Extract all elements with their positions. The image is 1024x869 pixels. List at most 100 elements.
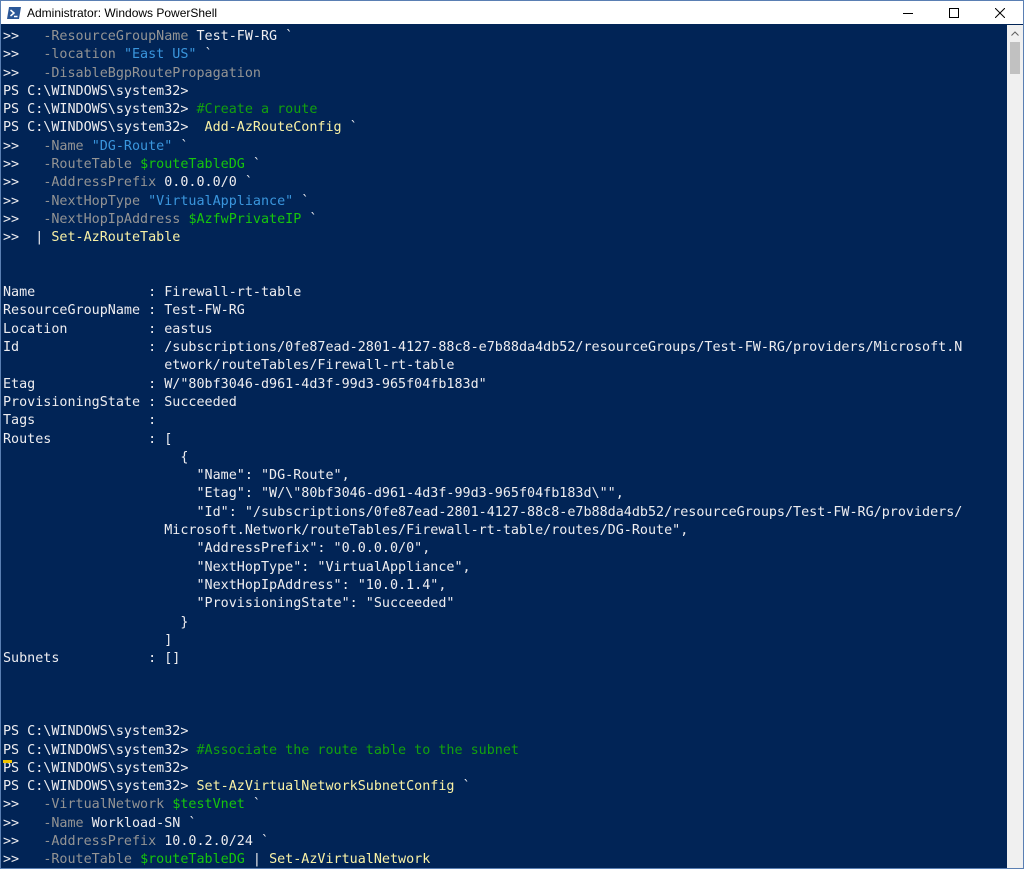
console-text-segment: { <box>3 449 189 465</box>
console-text-segment: Set-AzVirtualNetworkSubnetConfig <box>196 779 455 795</box>
console-text-segment: "Etag": "W/\"80bf3046-d961-4d3f-99d3-965… <box>3 486 624 502</box>
console-text-segment: ` <box>172 138 189 154</box>
console-text-segment: 10.0.2.0/24 ` <box>156 834 270 850</box>
console-text-segment: PS C:\WINDOWS\system32> <box>3 760 189 776</box>
console-text-segment: #Associate the route table to the subnet <box>196 742 519 758</box>
console-line: "Id": "/subscriptions/0fe87ead-2801-4127… <box>3 504 1007 522</box>
console-text-segment: Test-FW-RG ` <box>188 29 294 44</box>
console-text-segment: ] <box>3 632 173 648</box>
powershell-icon <box>6 5 22 21</box>
window-controls <box>885 1 1023 24</box>
console-text-segment: -NextHopType <box>43 193 141 209</box>
console-text-segment: 0.0.0.0/0 ` <box>156 175 253 191</box>
maximize-button[interactable] <box>931 1 977 24</box>
console-text-segment: #Create a route <box>196 102 318 118</box>
console-text-segment: -RouteTable <box>43 852 132 868</box>
console-line: PS C:\WINDOWS\system32> Add-AzRouteConfi… <box>3 119 1007 137</box>
console-line: Id : /subscriptions/0fe87ead-2801-4127-8… <box>3 339 1007 357</box>
scroll-up-button[interactable] <box>1007 25 1023 41</box>
console-line: "NextHopIpAddress": "10.0.1.4", <box>3 577 1007 595</box>
close-button[interactable] <box>977 1 1023 24</box>
console-text-segment: Etag : W/"80bf3046-d961-4d3f-99d3-965f04… <box>3 376 487 392</box>
window-title: Administrator: Windows PowerShell <box>27 5 218 20</box>
console-line: "NextHopType": "VirtualAppliance", <box>3 559 1007 577</box>
console-text-segment: -RouteTable <box>43 157 132 173</box>
console-text-segment: >> <box>3 815 44 831</box>
console-text-segment: PS C:\WINDOWS\system32> <box>3 120 205 136</box>
console-text-segment: >> <box>3 797 44 813</box>
console-line: ProvisioningState : Succeeded <box>3 394 1007 412</box>
console-output[interactable]: >> -ResourceGroupName Test-FW-RG ` >> -lo… <box>1 25 1007 868</box>
console-text-segment: ` <box>341 120 358 136</box>
console-text-segment: ` <box>244 157 261 173</box>
console-text-segment: >> <box>3 211 44 227</box>
console-text-segment: PS C:\WINDOWS\system32> <box>3 742 197 758</box>
chevron-up-icon <box>1011 30 1019 36</box>
console-text-segment: $routeTableDG <box>140 157 245 173</box>
console-text-segment: PS C:\WINDOWS\system32> <box>3 724 189 740</box>
console-text-segment <box>132 157 140 172</box>
title-bar[interactable]: Administrator: Windows PowerShell <box>1 1 1023 24</box>
console-line: >> -Name Workload-SN ` <box>3 815 1007 833</box>
console-line: Tags : <box>3 412 1007 430</box>
console-line: >> -Name "DG-Route" ` <box>3 138 1007 156</box>
text-cursor <box>3 760 12 763</box>
console-text-segment: PS C:\WINDOWS\system32> <box>3 83 189 99</box>
console-line: } <box>3 614 1007 632</box>
console-text-segment: -ResourceGroupName <box>43 29 189 44</box>
console-line: "Etag": "W/\"80bf3046-d961-4d3f-99d3-965… <box>3 485 1007 503</box>
console-text-segment: >> <box>3 47 44 63</box>
console-text-segment: -Name <box>43 138 84 154</box>
console-text-segment: >> | <box>3 230 52 246</box>
console-text-segment: Tags : <box>3 413 157 429</box>
console-text-segment <box>116 47 124 62</box>
console-text-segment: "East US" <box>123 47 197 63</box>
console-text-segment: >> <box>3 157 44 173</box>
console-line: PS C:\WINDOWS\system32> #Associate the r… <box>3 742 1007 760</box>
minimize-icon <box>903 12 913 14</box>
console-line: Etag : W/"80bf3046-d961-4d3f-99d3-965f04… <box>3 376 1007 394</box>
console-line: >> -VirtualNetwork $testVnet ` <box>3 796 1007 814</box>
console-line: "Name": "DG-Route", <box>3 467 1007 485</box>
console-text-segment: "NextHopType": "VirtualAppliance", <box>3 559 471 575</box>
console-text-segment: "Id": "/subscriptions/0fe87ead-2801-4127… <box>3 504 963 520</box>
console-text-segment <box>132 852 140 867</box>
console-text-segment: $AzfwPrivateIP <box>188 211 302 227</box>
console-line: >> -RouteTable $routeTableDG ` <box>3 156 1007 174</box>
console-line: Routes : [ <box>3 431 1007 449</box>
console-text-segment: etwork/routeTables/Firewall-rt-table <box>3 358 455 374</box>
console-line: ] <box>3 632 1007 650</box>
console-line: >> -AddressPrefix 10.0.2.0/24 ` <box>3 833 1007 851</box>
console-text-segment: >> <box>3 193 44 209</box>
console-text-segment: >> <box>3 175 44 191</box>
console-line: >> -NextHopType "VirtualAppliance" ` <box>3 193 1007 211</box>
console-line: >> -NextHopIpAddress $AzfwPrivateIP ` <box>3 211 1007 229</box>
console-line: etwork/routeTables/Firewall-rt-table <box>3 357 1007 375</box>
console-line: PS C:\WINDOWS\system32> <box>3 723 1007 741</box>
console-text-segment: >> <box>3 29 44 44</box>
console-text-segment: "AddressPrefix": "0.0.0.0/0", <box>3 541 431 557</box>
vertical-scrollbar[interactable] <box>1007 25 1023 868</box>
console-text-segment: Add-AzRouteConfig <box>204 120 342 136</box>
console-text-segment <box>84 139 92 154</box>
console-text-segment <box>140 194 148 209</box>
console-text-segment: PS C:\WINDOWS\system32> <box>3 102 197 118</box>
maximize-icon <box>949 7 959 18</box>
console-line: "AddressPrefix": "0.0.0.0/0", <box>3 540 1007 558</box>
console-text-segment: Microsoft.Network/routeTables/Firewall-r… <box>3 523 689 539</box>
console-line: Subnets : [] <box>3 650 1007 668</box>
scrollbar-thumb[interactable] <box>1010 42 1020 74</box>
console-text-segment: >> <box>3 852 44 868</box>
console-text-segment: Id : /subscriptions/0fe87ead-2801-4127-8… <box>3 340 963 356</box>
console-text-segment: "Name": "DG-Route", <box>3 468 350 484</box>
console-text-segment: -Name <box>43 815 84 831</box>
console-text-segment: ` <box>301 211 318 227</box>
console-text-segment: Set-AzVirtualNetwork <box>269 852 431 868</box>
console-text-segment: Routes : [ <box>3 431 173 447</box>
minimize-button[interactable] <box>885 1 931 24</box>
console-text-segment: -NextHopIpAddress <box>43 211 181 227</box>
console-text-segment: Name : Firewall-rt-table <box>3 285 302 301</box>
